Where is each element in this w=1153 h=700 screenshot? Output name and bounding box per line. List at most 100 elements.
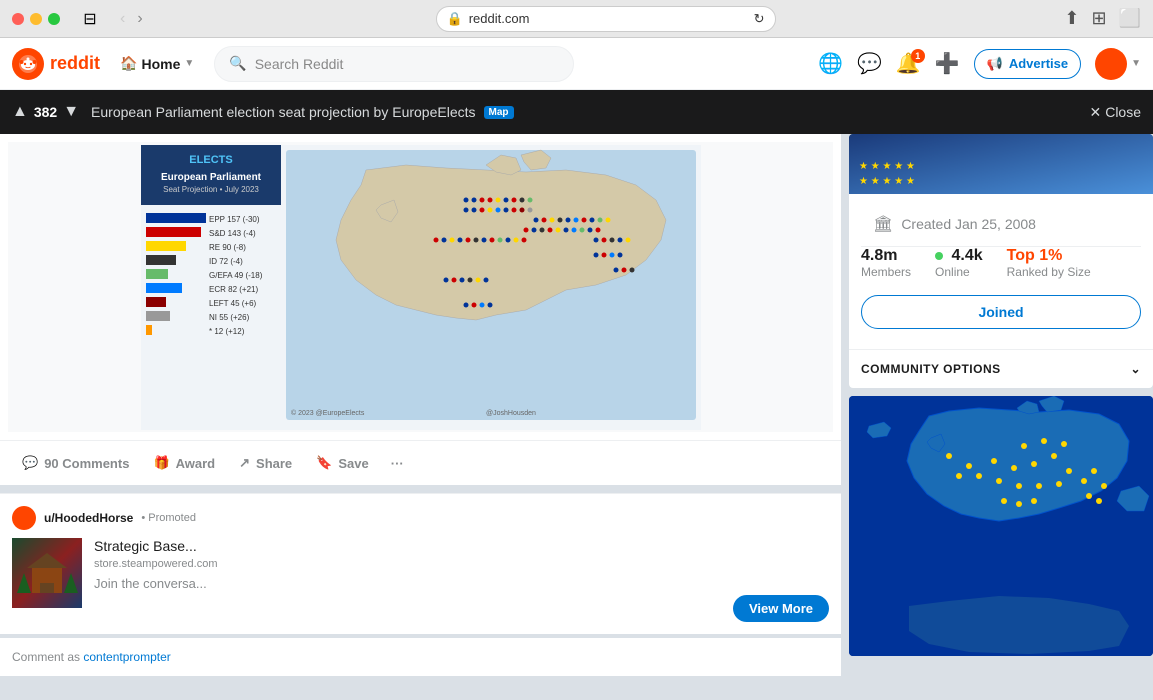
notification-button[interactable]: 🔔 1: [896, 51, 921, 76]
advertise-label: Advertise: [1009, 56, 1068, 71]
joined-button[interactable]: Joined: [861, 295, 1141, 329]
more-button[interactable]: ···: [383, 450, 412, 477]
promoted-url: store.steampowered.com: [94, 558, 829, 570]
promoted-badge: • Promoted: [141, 512, 196, 524]
online-value: 4.4k: [935, 247, 983, 265]
parliament-chart: ELECTS European Parliament Seat Projecti…: [8, 142, 833, 432]
svg-text:European Parliament: European Parliament: [160, 172, 261, 183]
reddit-wordmark: reddit: [50, 53, 100, 74]
chat-icon-button[interactable]: 💬: [857, 51, 882, 76]
sidebar-toggle-icon[interactable]: ⊟: [76, 9, 104, 29]
community-header-image: ★ ★ ★ ★ ★ ★ ★ ★ ★ ★: [849, 134, 1153, 194]
vote-section: ▲ 382 ▼: [12, 103, 79, 121]
reload-icon[interactable]: ↻: [754, 11, 765, 27]
reddit-icon: [12, 48, 44, 80]
sidebar: ★ ★ ★ ★ ★ ★ ★ ★ ★ ★ 🏛 Created Jan 25, 20…: [841, 134, 1153, 700]
close-button[interactable]: ✕ Close: [1089, 104, 1141, 121]
reddit-logo[interactable]: reddit: [12, 48, 100, 80]
promoted-content: Strategic Base... store.steampowered.com…: [12, 538, 829, 622]
forward-button[interactable]: ›: [133, 8, 146, 30]
promoted-thumb-img: [12, 538, 82, 608]
tab-overview-icon[interactable]: ⬜: [1119, 8, 1141, 29]
url-input[interactable]: 🔒 reddit.com ↻: [436, 6, 776, 32]
back-button[interactable]: ‹: [116, 8, 129, 30]
search-icon: 🔍: [229, 55, 246, 72]
community-options[interactable]: COMMUNITY OPTIONS ⌄: [849, 349, 1153, 388]
home-button[interactable]: 🏠 Home ▼: [110, 49, 204, 78]
save-icon: 🔖: [316, 455, 332, 471]
created-date-text: Created Jan 25, 2008: [901, 216, 1036, 232]
svg-text:EPP 157 (-30): EPP 157 (-30): [209, 215, 260, 224]
new-tab-icon[interactable]: ⊞: [1091, 8, 1106, 29]
minimize-window-button[interactable]: [30, 13, 42, 25]
community-options-label: COMMUNITY OPTIONS: [861, 362, 1001, 376]
share-button[interactable]: ↗ Share: [229, 449, 302, 477]
promoted-title: Strategic Base...: [94, 538, 829, 554]
award-icon: 🎁: [153, 455, 169, 471]
advertise-button[interactable]: 📢 Advertise: [974, 49, 1081, 79]
post-title-section: European Parliament election seat projec…: [91, 104, 513, 120]
downvote-button[interactable]: ▼: [63, 103, 79, 121]
main-layout: ELECTS European Parliament Seat Projecti…: [0, 134, 1153, 700]
promoted-thumbnail: [12, 538, 82, 608]
close-window-button[interactable]: [12, 13, 24, 25]
more-icon: ···: [391, 456, 404, 471]
svg-text:ID 72 (-4): ID 72 (-4): [209, 257, 243, 266]
user-avatar-button[interactable]: ▼: [1095, 48, 1141, 80]
promoted-description: Join the conversa...: [94, 576, 829, 591]
members-stat: 4.8m Members: [861, 247, 911, 279]
community-stats: 4.8m Members 4.4k Online Top 1% Ranked b…: [861, 247, 1141, 279]
close-label: Close: [1105, 104, 1141, 120]
svg-text:ELECTS: ELECTS: [189, 154, 232, 166]
save-button[interactable]: 🔖 Save: [306, 449, 379, 477]
award-label: Award: [176, 456, 216, 471]
search-placeholder: Search Reddit: [255, 56, 344, 72]
traffic-lights: [12, 13, 60, 25]
nav-icons: 🌐 💬 🔔 1 ➕ 📢 Advertise ▼: [818, 48, 1141, 80]
share-icon: ↗: [239, 455, 250, 471]
comment-label: Comment as: [12, 650, 80, 664]
search-bar[interactable]: 🔍 Search Reddit: [214, 46, 574, 82]
megaphone-icon: 📢: [987, 56, 1003, 72]
user-avatar: [1095, 48, 1127, 80]
promoted-username: u/HoodedHorse: [44, 511, 133, 525]
content-area: ELECTS European Parliament Seat Projecti…: [0, 134, 841, 700]
post-actions: 💬 90 Comments 🎁 Award ↗ Share 🔖 Save ···: [0, 440, 841, 485]
top-stat: Top 1% Ranked by Size: [1007, 247, 1091, 279]
lock-icon: 🔒: [447, 11, 463, 27]
share-icon[interactable]: ⬆: [1064, 8, 1079, 29]
svg-text:NI 55 (+26): NI 55 (+26): [209, 313, 250, 322]
building-icon: 🏛: [873, 214, 893, 234]
svg-text:LEFT 45 (+6): LEFT 45 (+6): [209, 299, 257, 308]
created-date: 🏛 Created Jan 25, 2008: [861, 206, 1141, 247]
maximize-window-button[interactable]: [48, 13, 60, 25]
comment-username-link[interactable]: contentprompter: [83, 650, 170, 664]
upvote-button[interactable]: ▲: [12, 103, 28, 121]
svg-text:★ ★ ★ ★ ★: ★ ★ ★ ★ ★: [859, 176, 915, 187]
notification-badge: 1: [911, 49, 925, 63]
view-more-button[interactable]: View More: [733, 595, 829, 622]
promoted-avatar: [12, 506, 36, 530]
community-card: ★ ★ ★ ★ ★ ★ ★ ★ ★ ★ 🏛 Created Jan 25, 20…: [849, 134, 1153, 388]
award-button[interactable]: 🎁 Award: [143, 449, 225, 477]
comment-icon: 💬: [22, 455, 38, 471]
close-icon: ✕: [1089, 104, 1101, 121]
top-value: Top 1%: [1007, 247, 1091, 265]
comments-button[interactable]: 💬 90 Comments: [12, 449, 139, 477]
add-post-button[interactable]: ➕: [935, 51, 960, 76]
promoted-header: u/HoodedHorse • Promoted: [12, 506, 829, 530]
home-icon: 🏠: [120, 55, 137, 72]
europe-map-svg: [849, 396, 1153, 656]
address-bar: 🔒 reddit.com ↻: [155, 6, 1057, 32]
reddit-snoo: [18, 54, 38, 74]
svg-text:S&D 143 (-4): S&D 143 (-4): [209, 229, 256, 238]
user-dropdown-icon: ▼: [1131, 58, 1141, 69]
save-label: Save: [338, 456, 368, 471]
post-title: European Parliament election seat projec…: [91, 104, 475, 120]
svg-text:© 2023 @EuropeElects: © 2023 @EuropeElects: [291, 409, 365, 417]
promoted-text: Strategic Base... store.steampowered.com…: [94, 538, 829, 622]
topbar: ▲ 382 ▼ European Parliament election sea…: [0, 90, 1153, 134]
comment-area: Comment as contentprompter: [0, 638, 841, 676]
globe-icon-button[interactable]: 🌐: [818, 51, 843, 76]
online-stat: 4.4k Online: [935, 247, 983, 279]
